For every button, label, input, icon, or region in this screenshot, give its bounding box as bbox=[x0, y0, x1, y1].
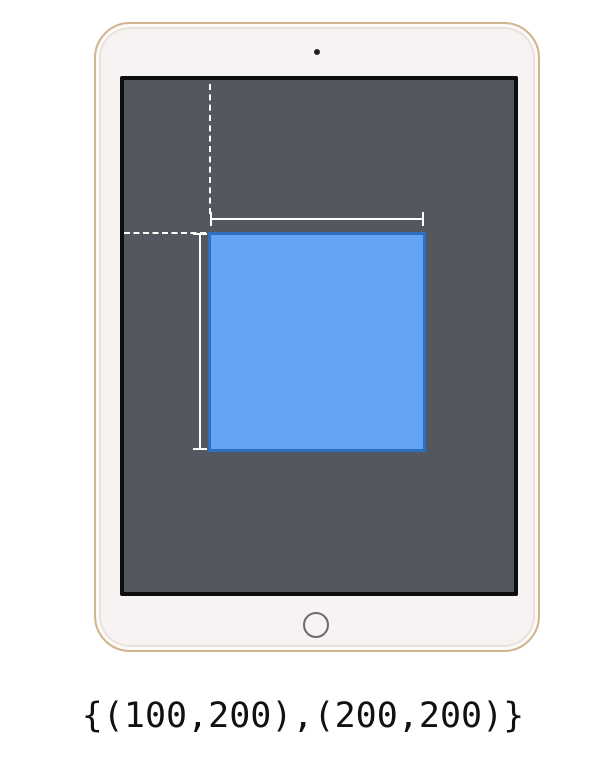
frame-caption: {(100,200),(200,200)} bbox=[81, 696, 525, 736]
origin-x-dashed-guide bbox=[209, 84, 211, 214]
height-measure-cap-top bbox=[193, 233, 207, 235]
height-measure-cap-bottom bbox=[193, 448, 207, 450]
width-measure-line bbox=[211, 218, 423, 220]
width-measure-cap-left bbox=[210, 212, 212, 226]
width-measure-cap-right bbox=[422, 212, 424, 226]
frame-rectangle bbox=[208, 232, 426, 452]
home-button-icon bbox=[303, 612, 329, 638]
camera-dot-icon bbox=[314, 49, 320, 55]
height-measure-line bbox=[199, 234, 201, 450]
